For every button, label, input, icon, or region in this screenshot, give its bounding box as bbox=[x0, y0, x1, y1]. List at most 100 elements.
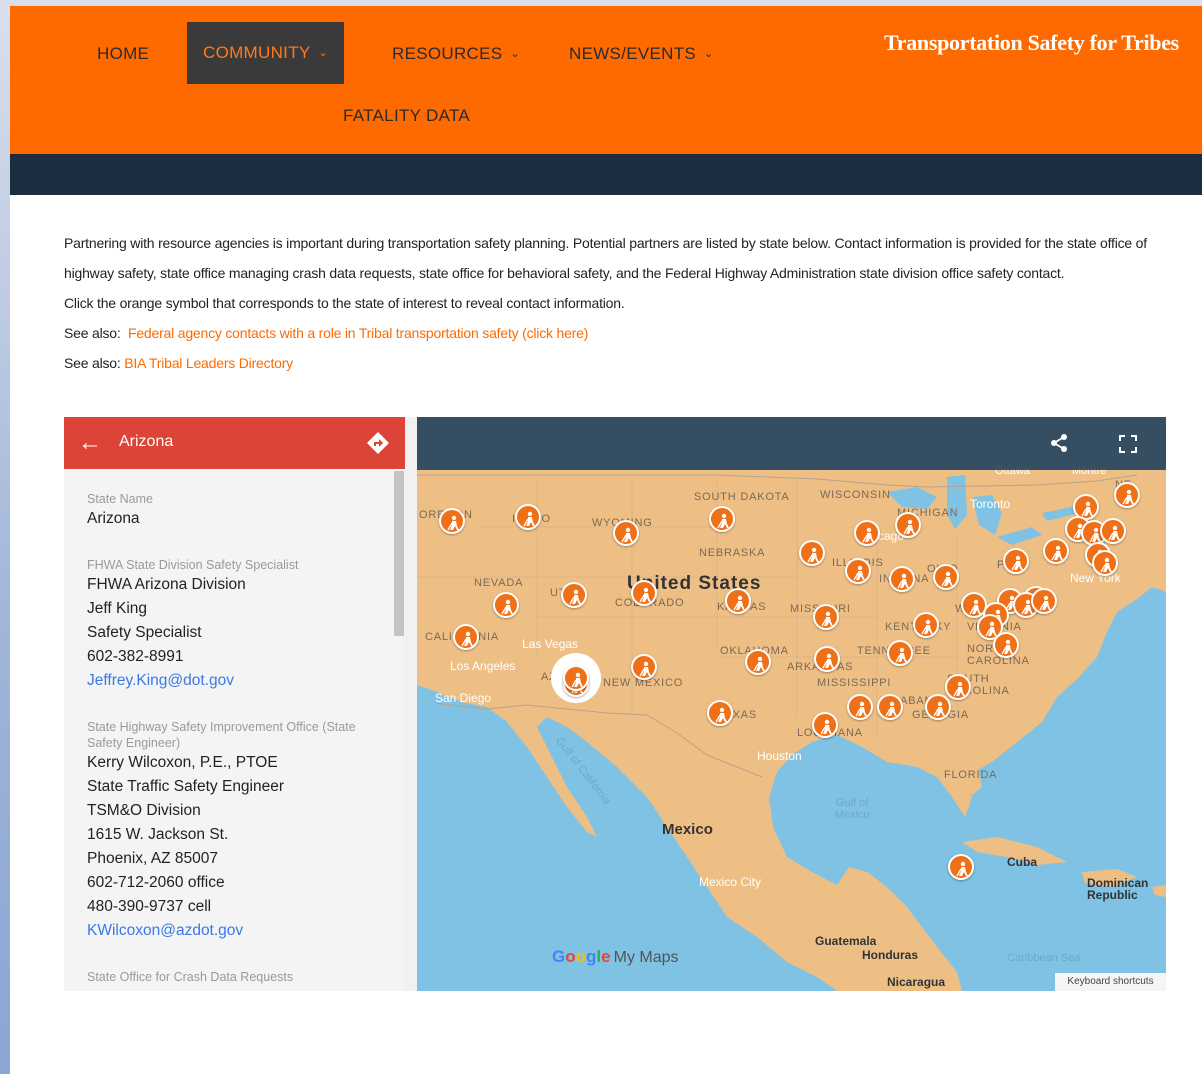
share-icon[interactable] bbox=[1049, 433, 1069, 453]
state-name-value: Arizona bbox=[87, 510, 140, 527]
state-marker[interactable] bbox=[948, 854, 974, 880]
state-marker[interactable] bbox=[895, 512, 921, 538]
nav-community-label: COMMUNITY bbox=[203, 43, 311, 62]
worker-icon bbox=[639, 587, 651, 603]
state-marker[interactable] bbox=[613, 520, 639, 546]
state-marker[interactable] bbox=[1092, 550, 1118, 576]
worker-icon bbox=[807, 547, 819, 563]
state-marker[interactable] bbox=[813, 604, 839, 630]
state-marker[interactable] bbox=[1031, 588, 1057, 614]
state-marker[interactable] bbox=[709, 506, 735, 532]
worker-icon bbox=[897, 573, 909, 589]
state-marker[interactable] bbox=[453, 624, 479, 650]
fullscreen-icon[interactable] bbox=[1117, 433, 1139, 455]
worker-icon bbox=[1108, 525, 1120, 541]
worker-icon bbox=[1051, 545, 1063, 561]
nav-resources-label: RESOURCES bbox=[392, 44, 503, 63]
state-marker[interactable] bbox=[1114, 482, 1140, 508]
intro-text: Partnering with resource agencies is imp… bbox=[64, 228, 1174, 378]
worker-icon bbox=[1039, 595, 1051, 611]
bia-directory-link[interactable]: BIA Tribal Leaders Directory bbox=[124, 355, 293, 371]
worker-icon bbox=[501, 599, 513, 615]
hsip-line: State Traffic Safety Engineer bbox=[87, 778, 285, 795]
google-mymaps-logo[interactable]: Google My Maps bbox=[552, 947, 679, 967]
nav-resources[interactable]: RESOURCES ⌄ bbox=[392, 24, 520, 84]
state-marker[interactable] bbox=[889, 566, 915, 592]
keyboard-shortcuts-link[interactable]: Keyboard shortcuts bbox=[1055, 973, 1166, 991]
hsip-email-link[interactable]: KWilcoxon@azdot.gov bbox=[87, 919, 357, 943]
worker-icon bbox=[447, 515, 459, 531]
state-marker[interactable] bbox=[913, 612, 939, 638]
map-toolbar bbox=[417, 417, 1166, 470]
state-marker[interactable] bbox=[933, 564, 959, 590]
state-marker[interactable] bbox=[887, 640, 913, 666]
back-arrow-icon[interactable]: ← bbox=[78, 430, 104, 456]
scrollbar-thumb[interactable] bbox=[394, 471, 404, 636]
hsip-line: 602-712-2060 office bbox=[87, 874, 225, 891]
state-marker[interactable] bbox=[707, 700, 733, 726]
nav-news-events-label: NEWS/EVENTS bbox=[569, 44, 697, 63]
map-label-nevada: NEVADA bbox=[474, 577, 524, 589]
nav-news-events[interactable]: NEWS/EVENTS ⌄ bbox=[569, 24, 714, 84]
fhwa-email-link[interactable]: Jeffrey.King@dot.gov bbox=[87, 669, 377, 693]
crash-data-field: State Office for Crash Data Requests bbox=[87, 969, 377, 985]
state-marker[interactable] bbox=[814, 646, 840, 672]
state-marker[interactable] bbox=[993, 632, 1019, 658]
worker-icon bbox=[903, 519, 915, 535]
state-marker[interactable] bbox=[1003, 548, 1029, 574]
worker-icon bbox=[953, 681, 965, 697]
state-marker[interactable] bbox=[925, 694, 951, 720]
worker-icon bbox=[715, 707, 727, 723]
fhwa-line: Jeff King bbox=[87, 600, 148, 617]
state-marker[interactable] bbox=[812, 712, 838, 738]
state-marker[interactable] bbox=[725, 588, 751, 614]
worker-icon bbox=[862, 527, 874, 543]
state-marker[interactable] bbox=[845, 558, 871, 584]
state-marker[interactable] bbox=[877, 694, 903, 720]
state-marker[interactable] bbox=[561, 582, 587, 608]
nav-fatality-data-label: FATALITY DATA bbox=[343, 106, 471, 125]
state-marker[interactable] bbox=[439, 508, 465, 534]
nav-fatality-data[interactable]: FATALITY DATA bbox=[343, 86, 470, 146]
worker-icon bbox=[571, 672, 583, 688]
nav-community[interactable]: COMMUNITY ⌄ bbox=[187, 22, 345, 84]
state-marker[interactable] bbox=[745, 649, 771, 675]
state-marker[interactable] bbox=[945, 674, 971, 700]
my-maps-label: My Maps bbox=[613, 949, 679, 966]
state-marker[interactable] bbox=[847, 694, 873, 720]
details-panel[interactable]: State Name Arizona FHWA State Division S… bbox=[64, 469, 405, 991]
worker-icon bbox=[753, 656, 765, 672]
map-label-wisconsin: WISCONSIN bbox=[820, 489, 891, 501]
directions-icon[interactable] bbox=[366, 431, 390, 455]
state-marker[interactable] bbox=[854, 520, 880, 546]
state-marker[interactable] bbox=[493, 592, 519, 618]
crash-data-label: State Office for Crash Data Requests bbox=[87, 970, 294, 984]
google-brand: Google bbox=[552, 947, 611, 966]
fhwa-line: 602-382-8991 bbox=[87, 648, 184, 665]
state-marker[interactable] bbox=[1100, 518, 1126, 544]
worker-icon bbox=[1001, 639, 1013, 655]
fhwa-label: FHWA State Division Safety Specialist bbox=[87, 558, 299, 572]
nav-home[interactable]: HOME bbox=[97, 24, 149, 84]
mymaps-widget: ← Arizona State Name Arizona FHWA State … bbox=[64, 417, 1166, 991]
worker-icon bbox=[1081, 501, 1093, 517]
map-label-cuba: Cuba bbox=[1007, 855, 1037, 869]
map-label-nicaragua: Nicaragua bbox=[887, 975, 946, 989]
state-marker[interactable] bbox=[515, 504, 541, 530]
worker-icon bbox=[921, 619, 933, 635]
panel-scrollbar[interactable] bbox=[393, 469, 405, 991]
worker-icon bbox=[639, 661, 651, 677]
fhwa-field: FHWA State Division Safety Specialist FH… bbox=[87, 557, 377, 693]
map-label-dominican-republic: Dominican Republic bbox=[1087, 876, 1149, 902]
nav-home-label: HOME bbox=[97, 44, 150, 63]
state-marker[interactable] bbox=[631, 580, 657, 606]
state-marker[interactable] bbox=[1043, 538, 1069, 564]
state-marker[interactable] bbox=[799, 540, 825, 566]
site-title[interactable]: Transportation Safety for Tribes bbox=[884, 26, 1179, 60]
selected-state-marker[interactable] bbox=[563, 665, 589, 691]
map-canvas[interactable]: Ottawa Montre Toronto Chicago New York U… bbox=[417, 417, 1166, 991]
federal-contacts-link[interactable]: Federal agency contacts with a role in T… bbox=[128, 325, 588, 341]
state-marker[interactable] bbox=[631, 654, 657, 680]
panel-header: ← Arizona bbox=[64, 417, 405, 469]
hsip-line: 1615 W. Jackson St. bbox=[87, 826, 229, 843]
